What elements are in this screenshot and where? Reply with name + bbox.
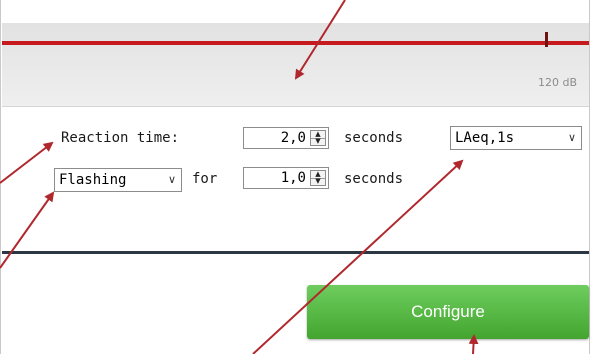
- annotation-arrow-meter: [294, 0, 346, 80]
- annotation-arrow-alarm-mode: [0, 191, 55, 269]
- annotation-arrow-configure: [468, 334, 479, 354]
- annotation-arrows: [0, 0, 479, 354]
- annotation-arrow-reaction-time: [0, 141, 54, 184]
- annotation-arrow-metric: [252, 159, 464, 354]
